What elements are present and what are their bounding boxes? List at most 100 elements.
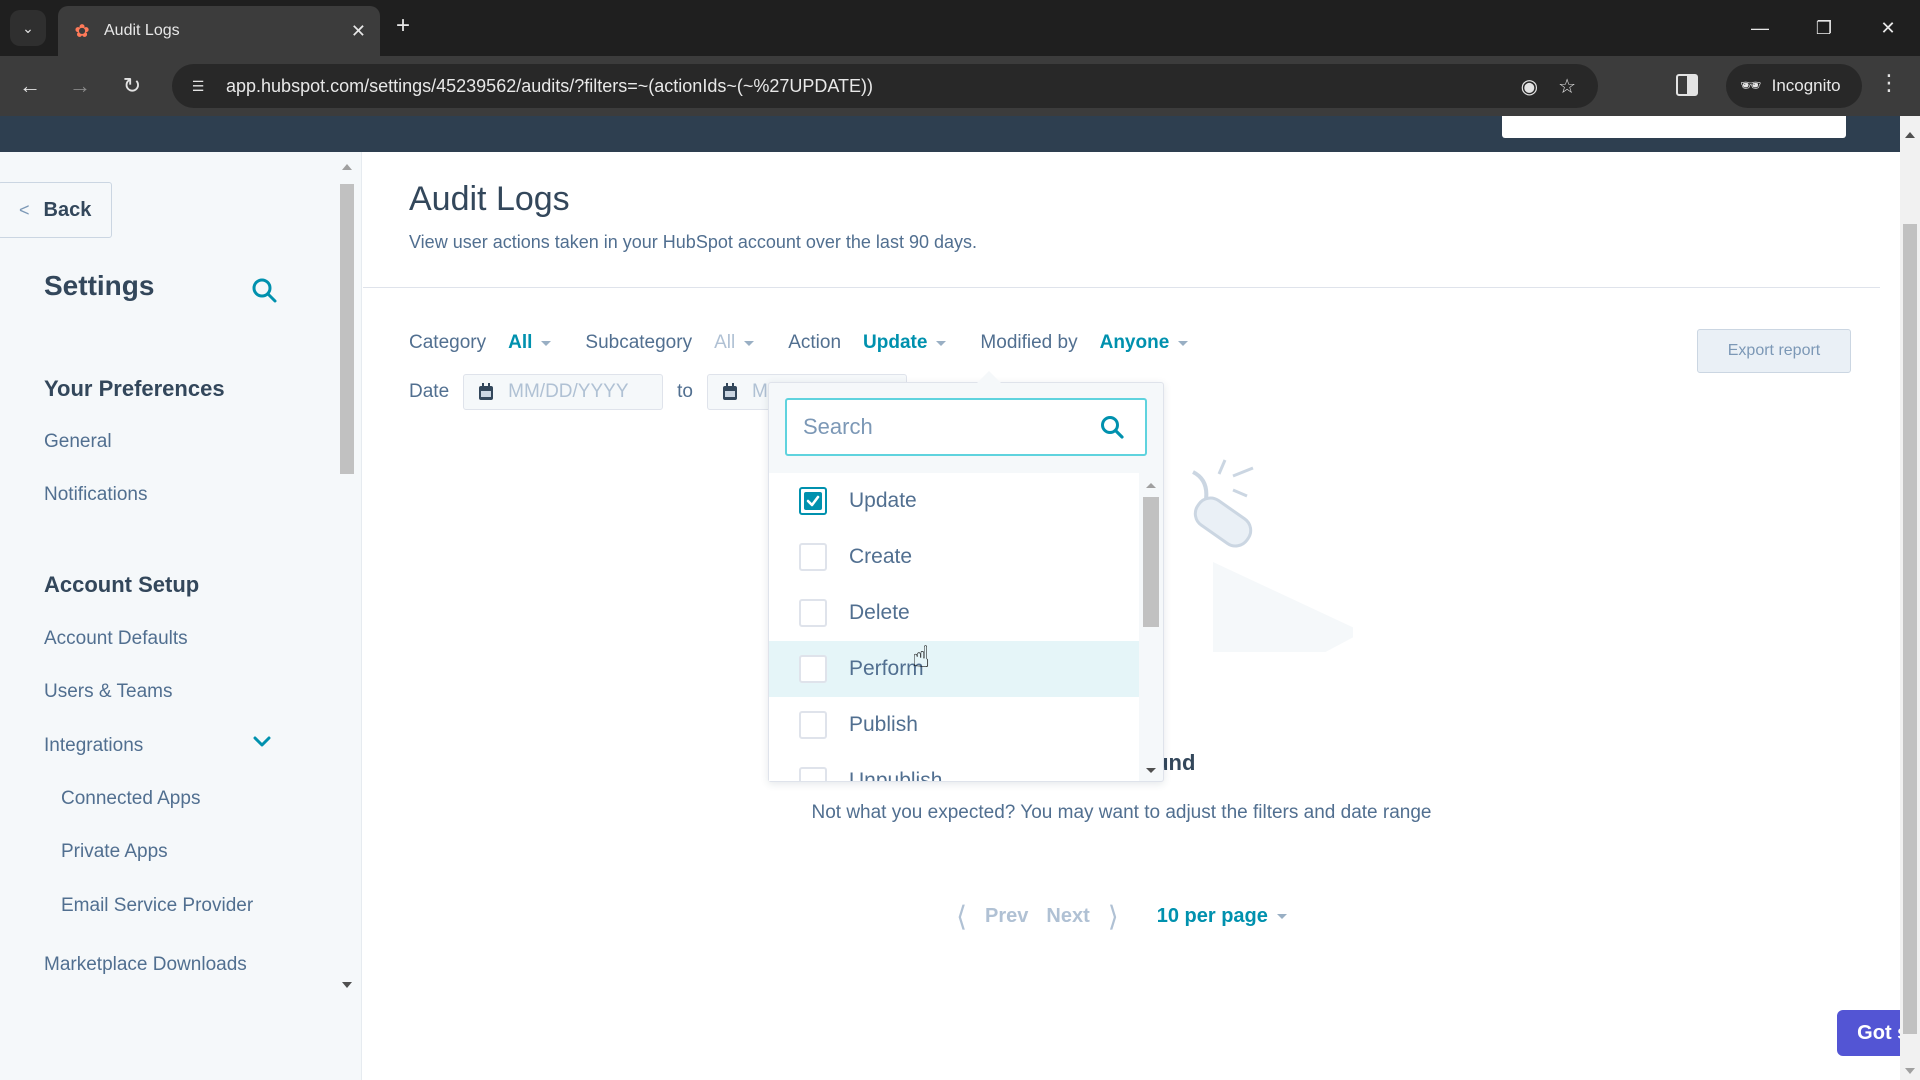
scrollbar-thumb[interactable] <box>340 184 354 474</box>
caret-down-icon <box>744 340 755 346</box>
category-label: Category <box>409 332 487 353</box>
option-label: Create <box>849 545 913 568</box>
header-divider <box>363 287 1880 288</box>
option-publish[interactable]: Publish <box>769 697 1139 753</box>
date-to-label: to <box>677 381 693 402</box>
subcategory-filter[interactable]: All <box>714 332 755 354</box>
settings-title: Settings <box>44 270 155 301</box>
tab-close-icon[interactable]: ✕ <box>351 21 366 42</box>
prev-button[interactable]: Prev <box>985 905 1028 928</box>
chevron-left-icon[interactable]: ⟨ <box>956 900 967 933</box>
option-perform[interactable]: Perform <box>769 641 1139 697</box>
browser-tab-bar: ⌄ ✿ Audit Logs ✕ + — ❐ ✕ <box>0 0 1920 56</box>
sidebar-item-email-service-provider[interactable]: Email Service Provider <box>61 895 253 917</box>
category-filter[interactable]: All <box>508 332 552 354</box>
chevron-down-icon[interactable] <box>252 732 272 752</box>
sidebar-scrollbar[interactable] <box>338 158 356 988</box>
back-arrow-icon[interactable]: ← <box>14 70 46 102</box>
hubspot-top-nav <box>0 116 1900 152</box>
per-page-value: 10 per page <box>1156 905 1268 927</box>
scrollbar-thumb[interactable] <box>1143 497 1159 627</box>
page-scrollbar[interactable] <box>1900 116 1920 1080</box>
eye-off-icon[interactable]: ◉ <box>1521 74 1538 99</box>
sidebar-item-general[interactable]: General <box>44 431 112 453</box>
calendar-icon <box>723 383 737 400</box>
next-button[interactable]: Next <box>1046 905 1089 928</box>
hubspot-favicon-icon: ✿ <box>74 20 90 41</box>
section-heading-account-setup: Account Setup <box>44 572 200 597</box>
dropdown-search-input[interactable] <box>803 414 1099 440</box>
browser-toolbar: ← → ↻ ☰ app.hubspot.com/settings/4523956… <box>0 56 1920 116</box>
sidebar-item-connected-apps[interactable]: Connected Apps <box>61 788 200 810</box>
tab-title: Audit Logs <box>104 22 180 39</box>
action-filter[interactable]: Update <box>863 332 947 354</box>
incognito-icon: 🕶 <box>1740 76 1762 95</box>
url-text[interactable]: app.hubspot.com/settings/45239562/audits… <box>226 76 1521 97</box>
tab-search-button[interactable]: ⌄ <box>10 10 46 46</box>
scroll-up-arrow-icon[interactable] <box>1146 483 1156 488</box>
sidebar-item-users-teams[interactable]: Users & Teams <box>44 681 172 703</box>
checkbox[interactable] <box>799 655 827 683</box>
scrollbar-thumb[interactable] <box>1903 224 1917 1034</box>
checkbox-checked[interactable] <box>799 487 827 515</box>
checkbox[interactable] <box>799 599 827 627</box>
scroll-down-arrow-icon[interactable] <box>1146 768 1156 773</box>
caret-down-icon <box>1276 914 1287 919</box>
scroll-up-arrow-icon[interactable] <box>342 164 352 170</box>
caret-down-icon <box>936 340 947 346</box>
site-info-icon[interactable]: ☰ <box>178 66 218 106</box>
settings-sidebar: < Back Settings Your Preferences General… <box>0 152 362 1080</box>
sidebar-item-integrations[interactable]: Integrations <box>44 735 143 757</box>
side-panel-icon[interactable] <box>1676 74 1698 96</box>
page-title: Audit Logs <box>409 180 570 218</box>
sidebar-item-notifications[interactable]: Notifications <box>44 484 148 506</box>
modified-by-label: Modified by <box>980 332 1078 353</box>
sidebar-item-private-apps[interactable]: Private Apps <box>61 841 168 863</box>
back-button[interactable]: < Back <box>0 182 112 238</box>
spotlight-illustration-icon <box>1191 459 1353 652</box>
option-update[interactable]: Update <box>769 473 1139 529</box>
caret-down-icon <box>541 340 552 346</box>
search-icon[interactable] <box>250 276 278 304</box>
sidebar-item-account-defaults[interactable]: Account Defaults <box>44 628 188 650</box>
date-from-input[interactable]: MM/DD/YYYY <box>463 374 664 410</box>
dropdown-scrollbar[interactable] <box>1141 473 1161 781</box>
action-dropdown: Update Create Delete Perform Publish Unp… <box>768 371 1164 782</box>
option-unpublish[interactable]: Unpublish <box>769 753 1139 781</box>
filter-row: Category All Subcategory All Action Upda… <box>409 332 1222 354</box>
checkbox[interactable] <box>799 543 827 571</box>
global-search-input[interactable] <box>1502 116 1846 138</box>
checkbox[interactable] <box>799 711 827 739</box>
action-label: Action <box>788 332 842 353</box>
date-from-placeholder: MM/DD/YYYY <box>508 381 629 402</box>
checkbox[interactable] <box>799 767 827 781</box>
new-tab-button[interactable]: + <box>396 12 410 40</box>
address-bar[interactable]: ☰ app.hubspot.com/settings/45239562/audi… <box>172 64 1598 108</box>
minimize-icon[interactable]: — <box>1728 0 1792 56</box>
incognito-badge[interactable]: 🕶 Incognito <box>1726 64 1862 108</box>
restore-icon[interactable]: ❐ <box>1792 0 1856 56</box>
reload-icon[interactable]: ↻ <box>116 70 148 102</box>
export-report-button[interactable]: Export report <box>1697 329 1851 373</box>
per-page-select[interactable]: 10 per page <box>1157 905 1287 928</box>
scroll-down-arrow-icon[interactable] <box>1905 1068 1915 1074</box>
window-controls: — ❐ ✕ <box>1728 0 1920 56</box>
category-value: All <box>508 332 533 353</box>
option-create[interactable]: Create <box>769 529 1139 585</box>
bookmark-star-icon[interactable]: ☆ <box>1558 74 1576 99</box>
sidebar-item-marketplace-downloads[interactable]: Marketplace Downloads <box>44 954 247 976</box>
checkmark-icon <box>804 492 822 510</box>
dropdown-search-field[interactable] <box>785 398 1147 456</box>
scroll-up-arrow-icon[interactable] <box>1905 132 1915 138</box>
browser-tab[interactable]: ✿ Audit Logs ✕ <box>58 6 380 56</box>
chevron-down-icon: ⌄ <box>22 19 34 36</box>
chevron-right-icon[interactable]: ⟩ <box>1108 900 1119 933</box>
option-label: Publish <box>849 713 918 736</box>
window-close-icon[interactable]: ✕ <box>1856 0 1920 56</box>
modified-by-filter[interactable]: Anyone <box>1100 332 1189 354</box>
option-delete[interactable]: Delete <box>769 585 1139 641</box>
browser-menu-icon[interactable]: ⋮ <box>1878 70 1900 96</box>
forward-arrow-icon[interactable]: → <box>64 70 96 102</box>
scroll-down-arrow-icon[interactable] <box>342 982 352 988</box>
incognito-label: Incognito <box>1771 76 1841 95</box>
